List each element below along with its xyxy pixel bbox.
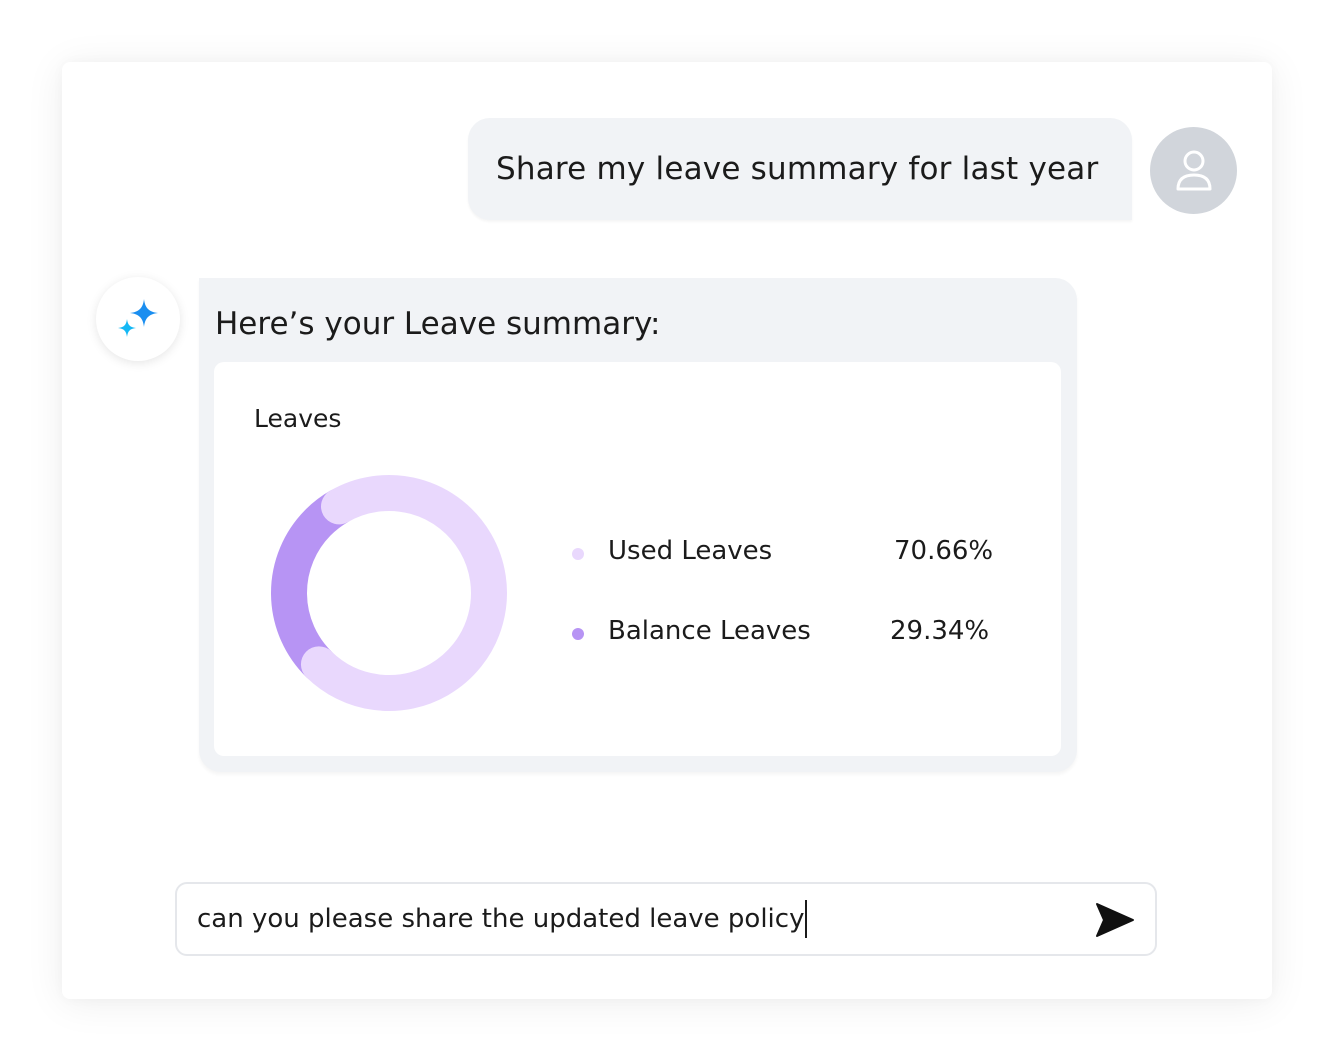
donut-chart <box>270 475 507 712</box>
user-icon <box>1176 150 1211 190</box>
text-caret <box>805 900 808 938</box>
user-message-text: Share my leave summary for last year <box>496 151 1099 187</box>
legend-label-balance-leaves: Balance Leaves <box>608 616 811 646</box>
ai-message-bubble: Here’s your Leave summary: Leaves Used L… <box>199 278 1077 772</box>
send-icon <box>1096 903 1134 937</box>
sparkle-icon <box>118 299 158 337</box>
message-input[interactable]: can you please share the updated leave p… <box>197 896 1077 942</box>
user-message-bubble: Share my leave summary for last year <box>468 118 1132 220</box>
ai-message-heading: Here’s your Leave summary: <box>215 306 661 342</box>
legend-value-used-leaves: 70.66% <box>894 536 994 566</box>
legend-item-balance-leaves: Balance Leaves 29.34% <box>572 616 1012 652</box>
legend-dot-balance-leaves <box>572 628 584 640</box>
message-input-text: can you please share the updated leave p… <box>197 904 805 934</box>
leave-summary-chart-card: Leaves Used Leaves 70.66% Balance Leaves… <box>214 362 1061 756</box>
ai-avatar <box>96 277 180 361</box>
legend-dot-used-leaves <box>572 548 584 560</box>
chat-window: Share my leave summary for last year Her… <box>62 62 1272 999</box>
legend-label-used-leaves: Used Leaves <box>608 536 773 566</box>
legend-value-balance-leaves: 29.34% <box>890 616 990 646</box>
send-button[interactable] <box>1093 898 1137 942</box>
chart-title: Leaves <box>254 404 342 433</box>
legend-item-used-leaves: Used Leaves 70.66% <box>572 536 1012 572</box>
user-avatar[interactable] <box>1150 127 1237 214</box>
message-composer: can you please share the updated leave p… <box>175 882 1157 956</box>
